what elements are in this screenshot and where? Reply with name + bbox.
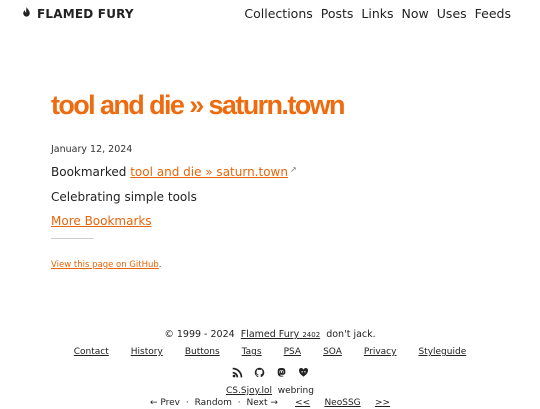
nav-feeds[interactable]: Feeds	[475, 6, 511, 21]
nav-posts[interactable]: Posts	[321, 6, 354, 21]
bookmarked-label: Bookmarked	[51, 165, 127, 179]
footer-tags[interactable]: Tags	[242, 347, 262, 357]
neossg-prev-link[interactable]: <<	[295, 398, 310, 408]
page-title: tool and die » saturn.town	[51, 90, 346, 120]
rss-icon[interactable]	[232, 367, 243, 378]
footer-psa[interactable]: PSA	[284, 347, 301, 357]
post-description: Celebrating simple tools	[51, 190, 197, 204]
neossg-next-link[interactable]: >>	[375, 398, 390, 408]
bookmark-link[interactable]: tool and die » saturn.town	[130, 165, 288, 179]
webring-prev[interactable]: ← Prev	[150, 398, 180, 408]
site-logo-link[interactable]: FLAMED FURY	[20, 6, 134, 22]
webring-next[interactable]: Next →	[247, 398, 278, 408]
site-header: FLAMED FURY Collections Posts Links Now …	[0, 0, 540, 28]
copyright: © 1999 - 2024 Flamed Fury 2402 don't jac…	[0, 329, 540, 340]
webring-title-row: CS.Sjoy.lol webring	[0, 385, 540, 397]
flame-icon	[20, 6, 33, 22]
separator-dot: ·	[237, 398, 241, 408]
footer-links: Contact History Buttons Tags PSA SOA Pri…	[0, 347, 540, 357]
webring-nav-row: ← Prev · Random · Next → << NeoSSG >>	[0, 397, 540, 409]
footer-soa[interactable]: SOA	[323, 347, 342, 357]
github-note: View this page on GitHub.	[51, 260, 161, 270]
webring-random[interactable]: Random	[195, 398, 232, 408]
neossg-link[interactable]: NeoSSG	[324, 398, 360, 408]
mastodon-icon[interactable]	[276, 367, 287, 378]
nav-collections[interactable]: Collections	[244, 6, 312, 21]
site-name: Flamed Fury	[240, 329, 300, 340]
footer-history[interactable]: History	[131, 347, 163, 357]
social-icons	[0, 367, 540, 378]
webring-label: webring	[277, 386, 314, 396]
main-nav: Collections Posts Links Now Uses Feeds	[244, 6, 511, 21]
site-sup: 2402	[302, 331, 321, 339]
nav-now[interactable]: Now	[402, 6, 429, 21]
github-icon[interactable]	[254, 367, 265, 378]
tagline: don't jack.	[326, 329, 376, 340]
external-link-icon: ↗	[289, 165, 297, 174]
heart-bird-icon[interactable]	[298, 367, 309, 378]
footer-buttons[interactable]: Buttons	[185, 347, 220, 357]
webring: CS.Sjoy.lol webring ← Prev · Random · Ne…	[0, 385, 540, 409]
divider	[51, 238, 94, 239]
separator-dot: ·	[185, 398, 189, 408]
nav-uses[interactable]: Uses	[437, 6, 467, 21]
more-bookmarks-link[interactable]: More Bookmarks	[51, 214, 152, 228]
brand-name: FLAMED FURY	[37, 7, 134, 21]
post-date: January 12, 2024	[51, 144, 133, 155]
copyright-years: © 1999 - 2024	[164, 329, 235, 340]
site-name-link[interactable]: Flamed Fury 2402	[241, 329, 320, 340]
github-note-period: .	[158, 260, 162, 270]
webring-site-link[interactable]: CS.Sjoy.lol	[226, 386, 272, 396]
footer-privacy[interactable]: Privacy	[364, 347, 397, 357]
footer-styleguide[interactable]: Styleguide	[418, 347, 466, 357]
footer-contact[interactable]: Contact	[74, 347, 109, 357]
bookmark-line: Bookmarked tool and die » saturn.town ↗	[51, 165, 297, 179]
nav-links[interactable]: Links	[361, 6, 393, 21]
github-page-link[interactable]: View this page on GitHub	[51, 260, 159, 270]
